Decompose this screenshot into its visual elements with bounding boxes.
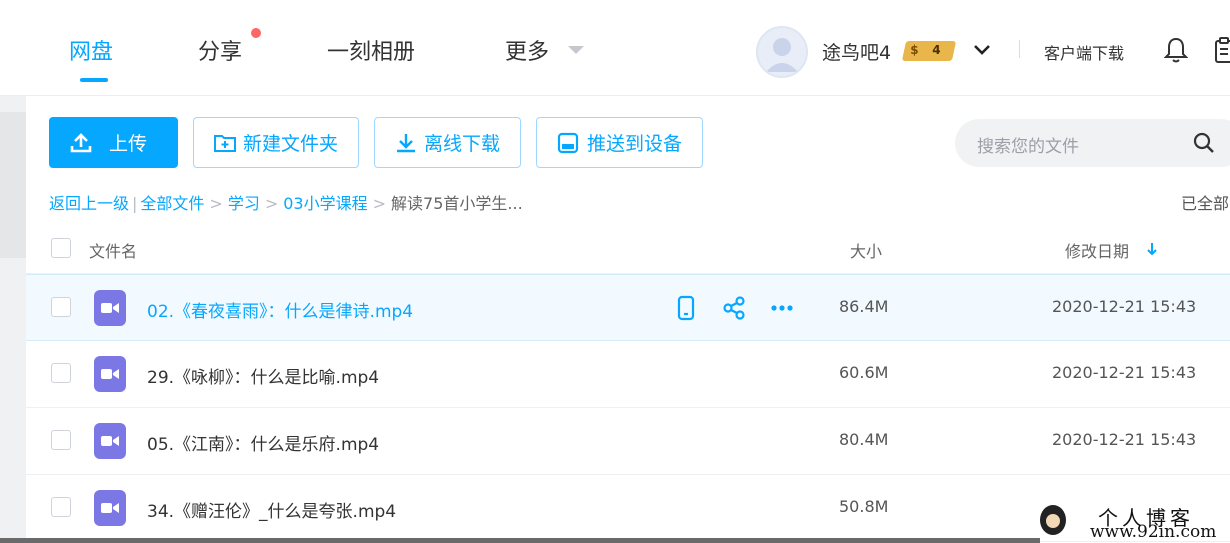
upload-label: 上传 [109,133,148,155]
file-name[interactable]: 34.《赠汪伦》_什么是夸张.mp4 [147,497,396,522]
header-name[interactable]: 文件名 [89,238,137,262]
vip-level: 4 [932,43,941,57]
row-checkbox[interactable] [51,363,71,383]
watermark-avatar-icon [1040,505,1066,535]
table-row[interactable]: 02.《春夜喜雨》：什么是律诗.mp4 86.4M 2020-12-21 15:… [26,274,1230,341]
breadcrumb-item-course[interactable]: 03小学课程 [283,194,367,213]
caret-down-icon[interactable] [568,46,584,54]
breadcrumb-current: 解读75首小学生... [391,194,523,213]
file-list-panel: 上传 新建文件夹 离线下载 推送到设备 搜索您的文件 返回上一级 | 全部文件 … [26,96,1230,543]
phone-icon[interactable] [673,295,699,321]
file-date: 2020-12-21 15:43 [1052,297,1197,316]
vip-badge: $ 4 [901,41,957,61]
offline-download-label: 离线下载 [424,133,501,155]
file-size: 60.6M [839,363,889,382]
clipboard-icon[interactable] [1213,36,1230,64]
select-all-checkbox[interactable] [51,238,71,258]
page: 网盘 分享 一刻相册 更多 途鸟吧4 $ 4 客户端下载 上传 新建文件夹 离线… [0,0,1230,543]
video-file-icon [94,290,126,326]
breadcrumb-item-study[interactable]: 学习 [228,194,260,213]
file-name[interactable]: 29.《咏柳》：什么是比喻.mp4 [147,363,379,388]
file-name[interactable]: 02.《春夜喜雨》：什么是律诗.mp4 [147,297,413,322]
video-file-icon [94,423,126,459]
breadcrumb-back[interactable]: 返回上一级 [49,194,129,213]
file-size: 86.4M [839,297,889,316]
tab-netdisk[interactable]: 网盘 [69,34,113,66]
vip-coin-icon: $ [910,43,919,57]
header-date[interactable]: 修改日期 [1065,238,1129,262]
new-folder-label: 新建文件夹 [243,133,339,155]
header-size[interactable]: 大小 [850,238,882,262]
bell-icon[interactable] [1163,36,1189,64]
watermark-url: www.92in.com [1090,522,1217,542]
file-size: 80.4M [839,430,889,449]
search-placeholder: 搜索您的文件 [977,137,1079,157]
sort-desc-icon[interactable] [1145,241,1159,257]
divider [1019,40,1020,58]
push-to-device-label: 推送到设备 [587,133,683,155]
folder-add-icon [214,134,236,152]
device-icon [557,132,579,153]
offline-download-button[interactable]: 离线下载 [374,117,521,168]
left-panel-edge [0,96,26,543]
breadcrumb: 返回上一级 | 全部文件 > 学习 >03小学课程 > 解读75首小学生... [49,194,523,213]
file-size: 50.8M [839,497,889,516]
download-icon [397,133,415,152]
share-icon[interactable] [721,295,747,321]
tab-moment-album[interactable]: 一刻相册 [327,34,415,66]
tab-more[interactable]: 更多 [505,34,549,66]
bottom-edge [0,538,1040,543]
row-checkbox[interactable] [51,497,71,517]
video-file-icon [94,356,126,392]
push-to-device-button[interactable]: 推送到设备 [536,117,703,168]
username[interactable]: 途鸟吧4 [822,38,891,65]
more-icon[interactable] [769,295,795,321]
table-row[interactable]: 05.《江南》：什么是乐府.mp4 80.4M 2020-12-21 15:43 [26,408,1230,475]
avatar-icon[interactable] [756,26,808,78]
search-input[interactable]: 搜索您的文件 [955,119,1230,167]
active-tab-indicator [80,78,108,82]
row-checkbox[interactable] [51,430,71,450]
breadcrumb-item-all-files[interactable]: 全部文件 [140,194,204,213]
new-folder-button[interactable]: 新建文件夹 [193,117,359,168]
table-header: 文件名 大小 修改日期 [26,226,1230,274]
row-checkbox[interactable] [51,297,71,317]
upload-button[interactable]: 上传 [49,117,178,168]
chevron-down-icon[interactable] [972,40,992,60]
upload-icon [70,132,92,152]
video-file-icon [94,490,126,526]
loaded-status: 已全部 [1181,194,1230,213]
file-name[interactable]: 05.《江南》：什么是乐府.mp4 [147,430,379,455]
top-navigation: 网盘 分享 一刻相册 更多 途鸟吧4 $ 4 客户端下载 [0,0,1230,96]
table-row[interactable]: 29.《咏柳》：什么是比喻.mp4 60.6M 2020-12-21 15:43 [26,341,1230,408]
client-download-link[interactable]: 客户端下载 [1044,40,1124,64]
watermark: 个人博客 www.92in.com [1038,500,1230,543]
tab-share[interactable]: 分享 [198,34,242,66]
notification-dot [251,28,261,38]
file-date: 2020-12-21 15:43 [1052,363,1197,382]
file-date: 2020-12-21 15:43 [1052,430,1197,449]
search-icon[interactable] [1193,132,1215,154]
